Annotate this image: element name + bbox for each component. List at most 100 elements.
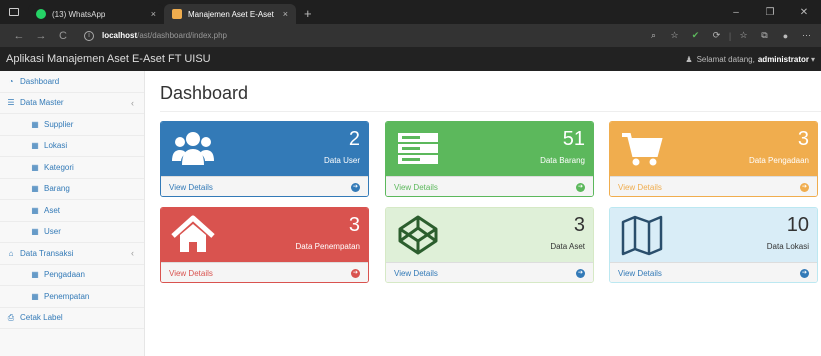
server-icon <box>398 133 438 164</box>
view-details-link[interactable]: View Details ➔ <box>610 176 817 196</box>
app-brand[interactable]: Aplikasi Manajemen Aset E-Aset FT UISU <box>0 53 211 65</box>
more-menu-icon[interactable]: ⋯ <box>796 30 817 41</box>
view-details-link[interactable]: View Details ➔ <box>386 176 593 196</box>
codepen-icon <box>398 215 438 255</box>
title-divider <box>160 111 821 112</box>
username: administrator <box>757 54 809 64</box>
address-bar: ← → C i localhost /ast/dashboard/index.p… <box>0 24 821 47</box>
sidebar-item-label: Data Master <box>20 98 64 108</box>
url-field[interactable]: i localhost /ast/dashboard/index.php <box>84 30 227 41</box>
sidebar-item-user[interactable]: ▦ User <box>0 222 144 243</box>
reload-icon[interactable]: C <box>52 30 74 42</box>
favorites-icon[interactable]: ☆ <box>733 30 754 41</box>
greeting-text: Selamat datang, <box>696 54 755 64</box>
close-tab-icon[interactable]: × <box>283 9 288 19</box>
collections-icon[interactable]: ⧉ <box>754 30 775 41</box>
panel-count: 10 <box>786 214 809 236</box>
table-icon: ▦ <box>31 141 39 151</box>
panel-count: 3 <box>573 214 585 236</box>
browser-toolbar: ⌕ ☆ ✔ ⟳ | ☆ ⧉ ● ⋯ <box>643 24 817 47</box>
sidebar-item-dashboard[interactable]: ◔ Dashboard <box>0 71 144 93</box>
arrow-circle-right-icon: ➔ <box>576 269 585 278</box>
view-details-link[interactable]: View Details ➔ <box>386 262 593 282</box>
minimize-icon[interactable]: – <box>719 7 753 18</box>
view-details-label: View Details <box>618 183 662 192</box>
site-info-icon[interactable]: i <box>84 30 94 41</box>
user-icon: ♟ <box>685 54 693 64</box>
sidebar-item-data-master[interactable]: ☰ Data Master ‹ <box>0 93 144 114</box>
back-icon[interactable]: ← <box>8 30 30 42</box>
view-details-link[interactable]: View Details ➔ <box>161 176 368 196</box>
panel-label: Data Barang <box>540 156 585 165</box>
new-tab-button[interactable]: + <box>296 6 320 24</box>
view-details-link[interactable]: View Details ➔ <box>161 262 368 282</box>
sidebar-item-label: Dashboard <box>20 76 60 86</box>
sidebar-item-label: Barang <box>44 184 70 194</box>
sidebar-item-pengadaan[interactable]: ▦ Pengadaan <box>0 265 144 286</box>
sidebar-item-label: Lokasi <box>44 141 68 151</box>
table-icon: ▦ <box>31 184 39 194</box>
panel-label: Data Pengadaan <box>748 156 809 165</box>
arrow-circle-right-icon: ➔ <box>800 183 809 192</box>
window-controls: – ❐ ✕ <box>719 0 821 24</box>
chevron-left-icon: ‹ <box>131 97 134 108</box>
sidebar-item-label: Data Transaksi <box>20 248 74 258</box>
browser-tab-whatsapp[interactable]: (13) WhatsApp × <box>28 4 164 24</box>
close-window-icon[interactable]: ✕ <box>787 7 821 18</box>
table-icon: ▦ <box>31 227 39 237</box>
sidebar-item-label: Kategori <box>44 162 74 172</box>
panel-data-lokasi: 10 Data Lokasi View Details ➔ <box>609 207 818 283</box>
search-page-icon[interactable]: ⌕ <box>643 30 664 41</box>
arrow-circle-right-icon: ➔ <box>351 183 360 192</box>
sidebar-item-cetak-label[interactable]: ⎙ Cetak Label <box>0 308 144 329</box>
panel-count: 3 <box>348 214 360 236</box>
tab-title: Manajemen Aset E-Aset <box>188 9 274 19</box>
forward-icon[interactable]: → <box>30 30 52 42</box>
sidebar-item-kategori[interactable]: ▦ Kategori <box>0 157 144 179</box>
user-menu[interactable]: ♟ Selamat datang, administrator ▾ <box>685 55 815 64</box>
dashboard-icon: ◔ <box>8 76 14 86</box>
print-icon: ⎙ <box>7 312 15 322</box>
main-content: Dashboard 2 Data User View Details ➔ 51 … <box>145 71 821 356</box>
panel-count: 2 <box>348 128 360 150</box>
chevron-left-icon: ‹ <box>131 248 134 259</box>
bookmark-star-icon[interactable]: ☆ <box>664 30 685 41</box>
url-path: /ast/dashboard/index.php <box>137 31 227 40</box>
sidebar-item-penempatan[interactable]: ▦ Penempatan <box>0 286 144 308</box>
sidebar-item-barang[interactable]: ▦ Barang <box>0 179 144 200</box>
panel-count: 3 <box>797 128 809 150</box>
sidebar-item-label: Aset <box>44 205 61 215</box>
map-icon <box>621 215 663 256</box>
panel-data-pengadaan: 3 Data Pengadaan View Details ➔ <box>609 121 818 197</box>
sidebar-item-label: Penempatan <box>44 291 90 301</box>
close-tab-icon[interactable]: × <box>151 9 156 19</box>
sidebar-item-data-transaksi[interactable]: ⌂ Data Transaksi ‹ <box>0 243 144 265</box>
whatsapp-icon <box>36 9 46 19</box>
panel-label: Data User <box>323 156 360 165</box>
sync-icon[interactable]: ⟳ <box>706 30 727 41</box>
window-menu-icon[interactable] <box>0 0 28 24</box>
arrow-circle-right-icon: ➔ <box>576 183 585 192</box>
view-details-label: View Details <box>394 269 438 278</box>
panel-data-user: 2 Data User View Details ➔ <box>160 121 369 197</box>
url-host: localhost <box>102 31 138 40</box>
home-icon <box>171 215 215 252</box>
profile-avatar-icon[interactable]: ● <box>775 31 796 41</box>
view-details-label: View Details <box>618 269 662 278</box>
sidebar-item-aset[interactable]: ▦ Aset <box>0 200 144 222</box>
maximize-icon[interactable]: ❐ <box>753 7 787 18</box>
table-icon: ▦ <box>31 270 39 280</box>
browser-tab-manajemen-aset[interactable]: Manajemen Aset E-Aset × <box>164 4 296 24</box>
bank-icon: ⌂ <box>8 248 14 258</box>
extension-check-icon[interactable]: ✔ <box>685 30 706 41</box>
browser-tab-strip: (13) WhatsApp × Manajemen Aset E-Aset × … <box>0 0 821 24</box>
panel-data-penempatan: 3 Data Penempatan View Details ➔ <box>160 207 369 283</box>
arrow-circle-right-icon: ➔ <box>800 269 809 278</box>
sidebar-item-supplier[interactable]: ▦ Supplier <box>0 114 144 136</box>
sidebar-item-label: Cetak Label <box>20 313 63 323</box>
view-details-link[interactable]: View Details ➔ <box>610 262 817 282</box>
sidebar-item-lokasi[interactable]: ▦ Lokasi <box>0 136 144 157</box>
sidebar-item-label: User <box>44 227 61 237</box>
list-icon: ☰ <box>7 98 15 108</box>
panel-count: 51 <box>562 128 585 150</box>
